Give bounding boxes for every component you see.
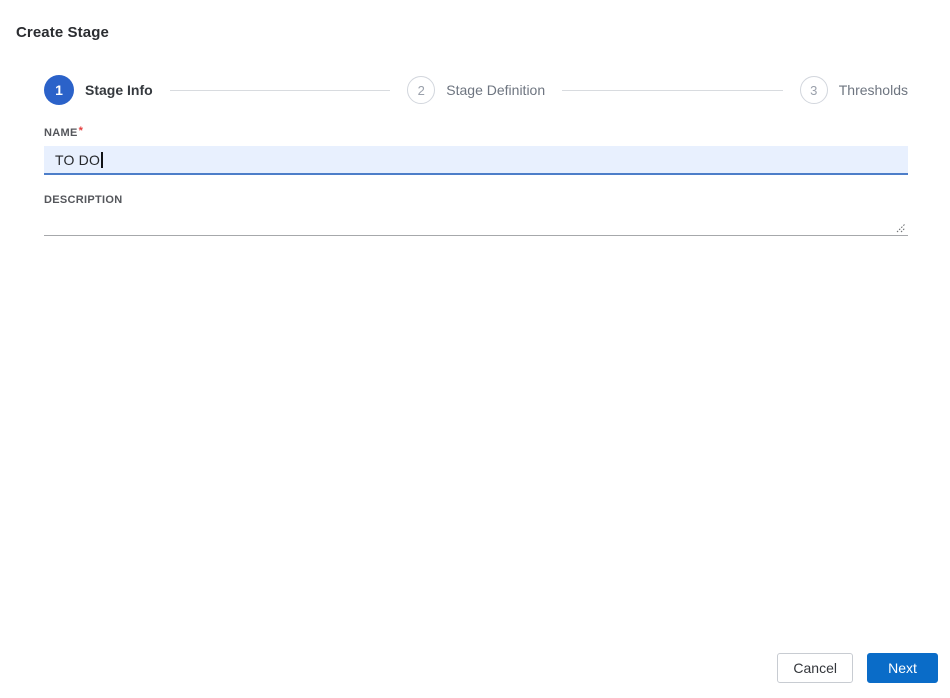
name-label-text: NAME (44, 127, 78, 139)
name-field-label: NAME* (44, 125, 84, 140)
description-input[interactable] (44, 207, 908, 236)
step-3-label: Thresholds (838, 82, 908, 98)
create-stage-dialog: Create Stage 1 Stage Info 2 Stage Defini… (0, 0, 950, 698)
name-input[interactable]: TO DO (44, 146, 908, 175)
wizard-stepper: 1 Stage Info 2 Stage Definition 3 Thresh… (44, 75, 908, 105)
text-caret (101, 151, 103, 168)
step-2-indicator: 2 (407, 76, 436, 104)
step-3-indicator: 3 (799, 76, 828, 104)
step-1-indicator: 1 (44, 75, 74, 105)
step-1-label: Stage Info (85, 82, 153, 98)
stepper-connector (562, 89, 783, 91)
next-button[interactable]: Next (867, 653, 938, 683)
page-title: Create Stage (16, 24, 109, 41)
stepper-connector (169, 89, 391, 91)
step-stage-info[interactable]: 1 Stage Info (44, 75, 153, 105)
step-2-label: Stage Definition (446, 82, 546, 98)
description-field-label: DESCRIPTION (44, 194, 122, 206)
step-stage-definition[interactable]: 2 Stage Definition (407, 76, 545, 104)
required-asterisk: * (78, 125, 84, 137)
description-label-text: DESCRIPTION (44, 194, 123, 206)
dialog-footer: Cancel Next (777, 653, 938, 683)
step-thresholds[interactable]: 3 Thresholds (799, 76, 908, 104)
cancel-button[interactable]: Cancel (777, 653, 853, 683)
name-input-value: TO DO (55, 151, 101, 168)
resize-handle-icon[interactable] (894, 221, 906, 233)
